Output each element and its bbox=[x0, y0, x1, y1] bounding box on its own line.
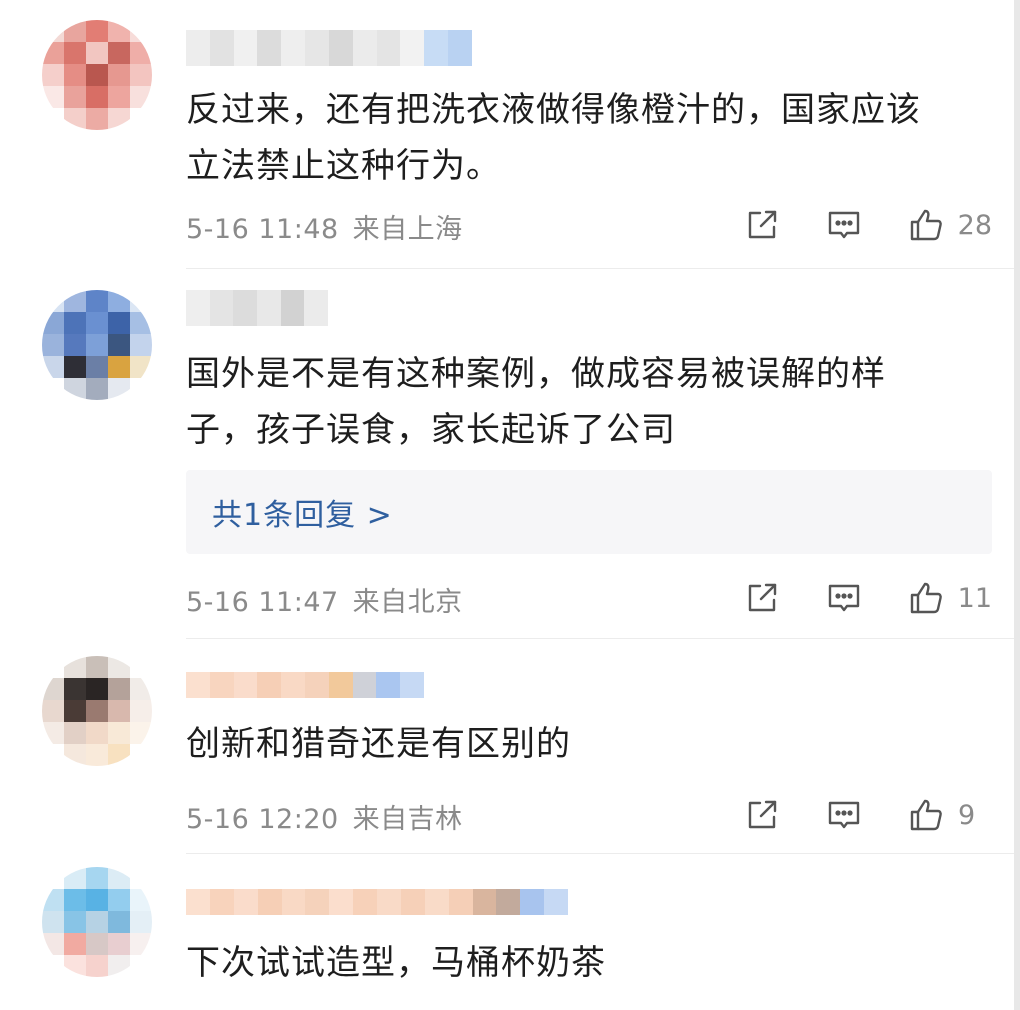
username-blurred[interactable] bbox=[186, 30, 472, 66]
thumbs-up-icon[interactable] bbox=[908, 207, 944, 243]
comment-meta: 5-16 11:47 来自北京 bbox=[186, 580, 463, 619]
username-blurred[interactable] bbox=[186, 290, 328, 326]
avatar[interactable] bbox=[42, 20, 152, 130]
comment-text-line: 子，孩子误食，家长起诉了公司 bbox=[186, 410, 676, 450]
like-count: 11 bbox=[957, 582, 992, 614]
avatar[interactable] bbox=[42, 290, 152, 400]
comment-item: 国外是不是有这种案例，做成容易被误解的样 子，孩子误食，家长起诉了公司 共1条回… bbox=[0, 270, 1020, 640]
repost-icon[interactable] bbox=[744, 207, 780, 243]
comment-text-line: 创新和猎奇还是有区别的 bbox=[186, 724, 571, 764]
comment-meta: 5-16 12:20 来自吉林 bbox=[186, 797, 463, 836]
repost-icon[interactable] bbox=[744, 580, 780, 616]
location: 来自北京 bbox=[352, 587, 463, 618]
avatar[interactable] bbox=[42, 867, 152, 977]
comment-text-line: 反过来，还有把洗衣液做得像橙汁的，国家应该 bbox=[186, 90, 921, 130]
comment-icon[interactable] bbox=[826, 580, 862, 616]
comment-text-line: 国外是不是有这种案例，做成容易被误解的样 bbox=[186, 354, 886, 394]
reply-box[interactable]: 共1条回复 > bbox=[186, 470, 992, 554]
location: 来自上海 bbox=[352, 214, 463, 245]
username-blurred[interactable] bbox=[186, 889, 568, 915]
timestamp: 5-16 12:20 bbox=[186, 804, 339, 835]
comment-text: 国外是不是有这种案例，做成容易被误解的样 子，孩子误食，家长起诉了公司 bbox=[186, 346, 986, 458]
avatar[interactable] bbox=[42, 656, 152, 766]
divider bbox=[186, 268, 1020, 269]
username-blurred[interactable] bbox=[186, 672, 424, 698]
like-count: 28 bbox=[957, 209, 992, 241]
comment-item: 下次试试造型，马桶杯奶茶 bbox=[0, 855, 1020, 1010]
scrollbar[interactable] bbox=[1014, 0, 1020, 1010]
thumbs-up-icon[interactable] bbox=[908, 580, 944, 616]
comment-text-line: 立法禁止这种行为。 bbox=[186, 146, 501, 186]
repost-icon[interactable] bbox=[744, 797, 780, 833]
divider bbox=[186, 638, 1020, 639]
divider bbox=[186, 853, 1020, 854]
comment-actions: 9 bbox=[744, 795, 992, 835]
like-count: 9 bbox=[958, 799, 976, 831]
comment-item: 创新和猎奇还是有区别的 5-16 12:20 来自吉林 9 bbox=[0, 640, 1020, 855]
location: 来自吉林 bbox=[352, 804, 463, 835]
comment-actions: 11 bbox=[744, 578, 992, 618]
timestamp: 5-16 11:48 bbox=[186, 214, 339, 245]
comment-text: 创新和猎奇还是有区别的 bbox=[186, 716, 986, 772]
comment-text: 下次试试造型，马桶杯奶茶 bbox=[186, 935, 986, 991]
comment-icon[interactable] bbox=[826, 207, 862, 243]
view-replies-link[interactable]: 共1条回复 > bbox=[212, 490, 393, 534]
comment-icon[interactable] bbox=[826, 797, 862, 833]
comment-meta: 5-16 11:48 来自上海 bbox=[186, 207, 463, 246]
comment-text: 反过来，还有把洗衣液做得像橙汁的，国家应该 立法禁止这种行为。 bbox=[186, 82, 986, 194]
comment-item: 反过来，还有把洗衣液做得像橙汁的，国家应该 立法禁止这种行为。 5-16 11:… bbox=[0, 0, 1020, 270]
thumbs-up-icon[interactable] bbox=[908, 797, 944, 833]
comment-actions: 28 bbox=[744, 205, 992, 245]
comment-text-line: 下次试试造型，马桶杯奶茶 bbox=[186, 943, 606, 983]
timestamp: 5-16 11:47 bbox=[186, 587, 339, 618]
